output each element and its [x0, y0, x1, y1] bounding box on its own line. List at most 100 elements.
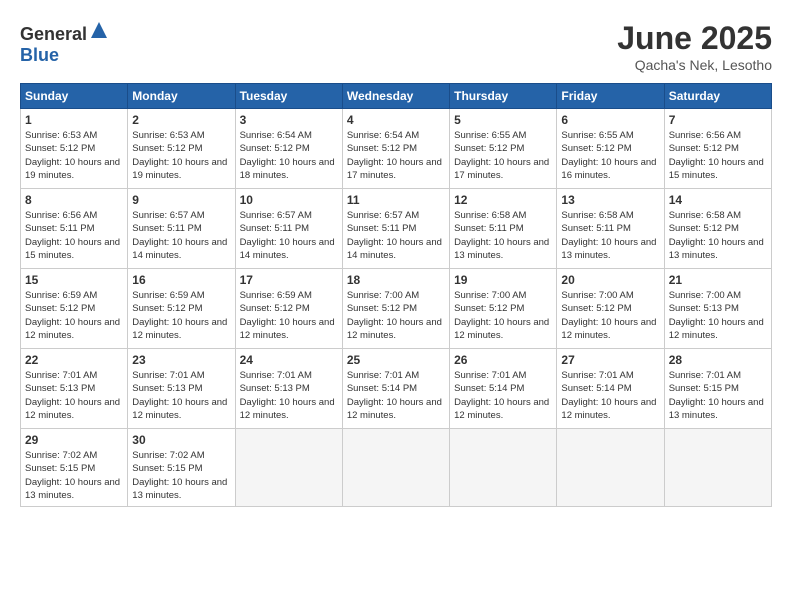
- day-number: 10: [240, 193, 338, 207]
- table-row: 2 Sunrise: 6:53 AMSunset: 5:12 PMDayligh…: [128, 109, 235, 189]
- day-number: 24: [240, 353, 338, 367]
- table-row: 14 Sunrise: 6:58 AMSunset: 5:12 PMDaylig…: [664, 189, 771, 269]
- day-info: Sunrise: 6:59 AMSunset: 5:12 PMDaylight:…: [132, 290, 227, 341]
- table-row: 11 Sunrise: 6:57 AMSunset: 5:11 PMDaylig…: [342, 189, 449, 269]
- col-wednesday: Wednesday: [342, 84, 449, 109]
- day-info: Sunrise: 7:00 AMSunset: 5:12 PMDaylight:…: [347, 290, 442, 341]
- table-row: [557, 429, 664, 507]
- table-row: 15 Sunrise: 6:59 AMSunset: 5:12 PMDaylig…: [21, 269, 128, 349]
- table-row: 27 Sunrise: 7:01 AMSunset: 5:14 PMDaylig…: [557, 349, 664, 429]
- month-title: June 2025: [617, 20, 772, 57]
- col-thursday: Thursday: [450, 84, 557, 109]
- day-number: 11: [347, 193, 445, 207]
- day-number: 29: [25, 433, 123, 447]
- logo-icon: [89, 20, 109, 40]
- table-row: 4 Sunrise: 6:54 AMSunset: 5:12 PMDayligh…: [342, 109, 449, 189]
- day-number: 5: [454, 113, 552, 127]
- table-row: 29 Sunrise: 7:02 AMSunset: 5:15 PMDaylig…: [21, 429, 128, 507]
- table-row: [450, 429, 557, 507]
- table-row: 23 Sunrise: 7:01 AMSunset: 5:13 PMDaylig…: [128, 349, 235, 429]
- table-row: 1 Sunrise: 6:53 AMSunset: 5:12 PMDayligh…: [21, 109, 128, 189]
- day-number: 27: [561, 353, 659, 367]
- table-row: 5 Sunrise: 6:55 AMSunset: 5:12 PMDayligh…: [450, 109, 557, 189]
- day-number: 23: [132, 353, 230, 367]
- day-info: Sunrise: 6:58 AMSunset: 5:12 PMDaylight:…: [669, 210, 764, 261]
- day-info: Sunrise: 7:00 AMSunset: 5:12 PMDaylight:…: [561, 290, 656, 341]
- table-row: 20 Sunrise: 7:00 AMSunset: 5:12 PMDaylig…: [557, 269, 664, 349]
- day-number: 28: [669, 353, 767, 367]
- day-info: Sunrise: 6:59 AMSunset: 5:12 PMDaylight:…: [25, 290, 120, 341]
- day-number: 15: [25, 273, 123, 287]
- day-info: Sunrise: 6:55 AMSunset: 5:12 PMDaylight:…: [561, 130, 656, 181]
- table-row: 10 Sunrise: 6:57 AMSunset: 5:11 PMDaylig…: [235, 189, 342, 269]
- table-row: [342, 429, 449, 507]
- table-row: 30 Sunrise: 7:02 AMSunset: 5:15 PMDaylig…: [128, 429, 235, 507]
- day-number: 18: [347, 273, 445, 287]
- day-info: Sunrise: 7:01 AMSunset: 5:14 PMDaylight:…: [347, 370, 442, 421]
- day-info: Sunrise: 6:54 AMSunset: 5:12 PMDaylight:…: [240, 130, 335, 181]
- title-area: June 2025 Qacha's Nek, Lesotho: [617, 20, 772, 73]
- day-number: 3: [240, 113, 338, 127]
- day-number: 22: [25, 353, 123, 367]
- day-number: 30: [132, 433, 230, 447]
- col-monday: Monday: [128, 84, 235, 109]
- day-info: Sunrise: 7:01 AMSunset: 5:13 PMDaylight:…: [132, 370, 227, 421]
- table-row: 19 Sunrise: 7:00 AMSunset: 5:12 PMDaylig…: [450, 269, 557, 349]
- table-row: 13 Sunrise: 6:58 AMSunset: 5:11 PMDaylig…: [557, 189, 664, 269]
- col-tuesday: Tuesday: [235, 84, 342, 109]
- day-number: 19: [454, 273, 552, 287]
- table-row: 28 Sunrise: 7:01 AMSunset: 5:15 PMDaylig…: [664, 349, 771, 429]
- day-info: Sunrise: 7:01 AMSunset: 5:13 PMDaylight:…: [240, 370, 335, 421]
- table-row: [664, 429, 771, 507]
- day-number: 25: [347, 353, 445, 367]
- day-number: 4: [347, 113, 445, 127]
- table-row: 17 Sunrise: 6:59 AMSunset: 5:12 PMDaylig…: [235, 269, 342, 349]
- day-info: Sunrise: 6:56 AMSunset: 5:11 PMDaylight:…: [25, 210, 120, 261]
- day-info: Sunrise: 6:56 AMSunset: 5:12 PMDaylight:…: [669, 130, 764, 181]
- day-info: Sunrise: 6:55 AMSunset: 5:12 PMDaylight:…: [454, 130, 549, 181]
- table-row: 24 Sunrise: 7:01 AMSunset: 5:13 PMDaylig…: [235, 349, 342, 429]
- table-row: 25 Sunrise: 7:01 AMSunset: 5:14 PMDaylig…: [342, 349, 449, 429]
- day-info: Sunrise: 7:01 AMSunset: 5:13 PMDaylight:…: [25, 370, 120, 421]
- day-info: Sunrise: 6:58 AMSunset: 5:11 PMDaylight:…: [454, 210, 549, 261]
- day-number: 13: [561, 193, 659, 207]
- day-info: Sunrise: 7:00 AMSunset: 5:13 PMDaylight:…: [669, 290, 764, 341]
- day-number: 2: [132, 113, 230, 127]
- calendar: Sunday Monday Tuesday Wednesday Thursday…: [20, 83, 772, 507]
- table-row: 12 Sunrise: 6:58 AMSunset: 5:11 PMDaylig…: [450, 189, 557, 269]
- day-number: 8: [25, 193, 123, 207]
- table-row: 26 Sunrise: 7:01 AMSunset: 5:14 PMDaylig…: [450, 349, 557, 429]
- day-info: Sunrise: 6:57 AMSunset: 5:11 PMDaylight:…: [132, 210, 227, 261]
- day-info: Sunrise: 7:02 AMSunset: 5:15 PMDaylight:…: [132, 450, 227, 501]
- day-info: Sunrise: 6:53 AMSunset: 5:12 PMDaylight:…: [25, 130, 120, 181]
- day-info: Sunrise: 6:54 AMSunset: 5:12 PMDaylight:…: [347, 130, 442, 181]
- day-info: Sunrise: 6:53 AMSunset: 5:12 PMDaylight:…: [132, 130, 227, 181]
- day-info: Sunrise: 7:01 AMSunset: 5:15 PMDaylight:…: [669, 370, 764, 421]
- day-info: Sunrise: 7:00 AMSunset: 5:12 PMDaylight:…: [454, 290, 549, 341]
- table-row: 7 Sunrise: 6:56 AMSunset: 5:12 PMDayligh…: [664, 109, 771, 189]
- table-row: 16 Sunrise: 6:59 AMSunset: 5:12 PMDaylig…: [128, 269, 235, 349]
- day-info: Sunrise: 6:58 AMSunset: 5:11 PMDaylight:…: [561, 210, 656, 261]
- day-number: 7: [669, 113, 767, 127]
- table-row: 21 Sunrise: 7:00 AMSunset: 5:13 PMDaylig…: [664, 269, 771, 349]
- day-info: Sunrise: 6:57 AMSunset: 5:11 PMDaylight:…: [347, 210, 442, 261]
- logo: General Blue: [20, 20, 109, 66]
- day-number: 9: [132, 193, 230, 207]
- day-info: Sunrise: 6:59 AMSunset: 5:12 PMDaylight:…: [240, 290, 335, 341]
- col-sunday: Sunday: [21, 84, 128, 109]
- day-number: 21: [669, 273, 767, 287]
- day-number: 14: [669, 193, 767, 207]
- day-number: 1: [25, 113, 123, 127]
- location-subtitle: Qacha's Nek, Lesotho: [617, 57, 772, 73]
- day-info: Sunrise: 7:02 AMSunset: 5:15 PMDaylight:…: [25, 450, 120, 501]
- day-number: 26: [454, 353, 552, 367]
- table-row: 9 Sunrise: 6:57 AMSunset: 5:11 PMDayligh…: [128, 189, 235, 269]
- day-number: 12: [454, 193, 552, 207]
- day-number: 16: [132, 273, 230, 287]
- logo-general: General: [20, 24, 87, 44]
- day-info: Sunrise: 6:57 AMSunset: 5:11 PMDaylight:…: [240, 210, 335, 261]
- day-info: Sunrise: 7:01 AMSunset: 5:14 PMDaylight:…: [454, 370, 549, 421]
- col-friday: Friday: [557, 84, 664, 109]
- table-row: 3 Sunrise: 6:54 AMSunset: 5:12 PMDayligh…: [235, 109, 342, 189]
- day-number: 6: [561, 113, 659, 127]
